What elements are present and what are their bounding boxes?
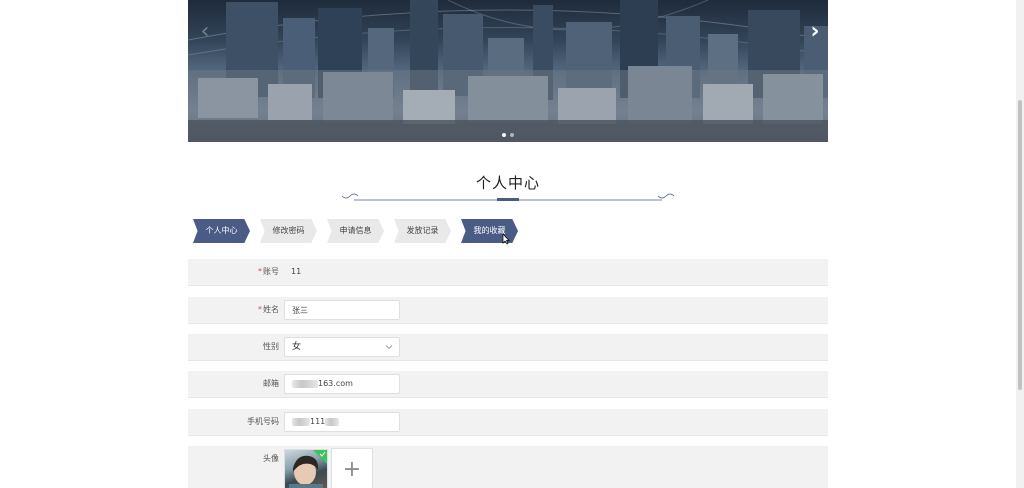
banner-next-arrow-icon[interactable]: › (804, 18, 826, 46)
mouse-pointer-icon (502, 233, 510, 245)
redacted-text (292, 417, 310, 426)
account-label: *账号 (258, 259, 279, 285)
chevron-down-icon (385, 345, 393, 350)
required-mark: * (258, 305, 262, 314)
required-mark: * (258, 267, 262, 276)
redacted-text (292, 379, 318, 388)
form-row-phone: 手机号码 111 (188, 409, 828, 436)
email-input[interactable]: 163.com (284, 374, 400, 394)
phone-middle: 111 (310, 417, 326, 426)
account-value: 11 (291, 267, 302, 276)
avatar-label: 头像 (263, 454, 279, 463)
banner-prev-arrow-icon[interactable]: ‹ (194, 18, 216, 46)
tab-change-password[interactable]: 修改密码 (260, 219, 317, 243)
tab-label: 发放记录 (406, 226, 439, 235)
title-underline-decoration (341, 193, 675, 201)
banner-dot[interactable] (502, 133, 506, 137)
check-icon (313, 450, 327, 464)
gender-select[interactable]: 女 (284, 337, 400, 357)
name-label-text: 姓名 (263, 305, 279, 314)
upload-avatar-button[interactable]: + (331, 448, 373, 488)
banner-carousel: ‹ › (188, 0, 828, 142)
page-title: 个人中心 (475, 174, 540, 192)
form-row-avatar: 头像 + (188, 446, 828, 488)
page-scrollbar[interactable] (1016, 0, 1024, 488)
tab-label: 申请信息 (339, 226, 372, 235)
name-input[interactable] (284, 300, 400, 320)
tab-application-info[interactable]: 申请信息 (327, 219, 384, 243)
redacted-text (325, 417, 340, 426)
banner-pagination (188, 133, 828, 137)
tab-issuance-records[interactable]: 发放记录 (394, 219, 451, 243)
form-row-gender: 性别 女 (188, 334, 828, 361)
page: ‹ › 个人中心 个人中心 修改密码 申请信息 发放记录 我的收藏 *账号 11… (0, 0, 1024, 488)
gender-label: 性别 (263, 342, 279, 351)
tab-label: 个人中心 (205, 226, 238, 235)
email-suffix: 163.com (318, 379, 353, 388)
phone-label: 手机号码 (247, 417, 279, 426)
city-skyline-image (188, 0, 828, 142)
plus-icon: + (342, 457, 362, 482)
name-label: *姓名 (258, 297, 279, 323)
form-row-account: *账号 11 (188, 259, 828, 286)
account-label-text: 账号 (263, 267, 279, 276)
form-row-name: *姓名 (188, 297, 828, 324)
banner-dot[interactable] (510, 133, 514, 137)
avatar-image[interactable] (284, 449, 328, 488)
email-label: 邮箱 (263, 379, 279, 388)
phone-input[interactable]: 111 (284, 412, 400, 432)
tab-profile[interactable]: 个人中心 (193, 219, 250, 243)
tab-label: 我的收藏 (473, 226, 506, 235)
tab-label: 修改密码 (272, 226, 305, 235)
gender-select-value: 女 (292, 342, 302, 352)
form-row-email: 邮箱 163.com (188, 371, 828, 398)
scrollbar-thumb[interactable] (1018, 100, 1022, 390)
